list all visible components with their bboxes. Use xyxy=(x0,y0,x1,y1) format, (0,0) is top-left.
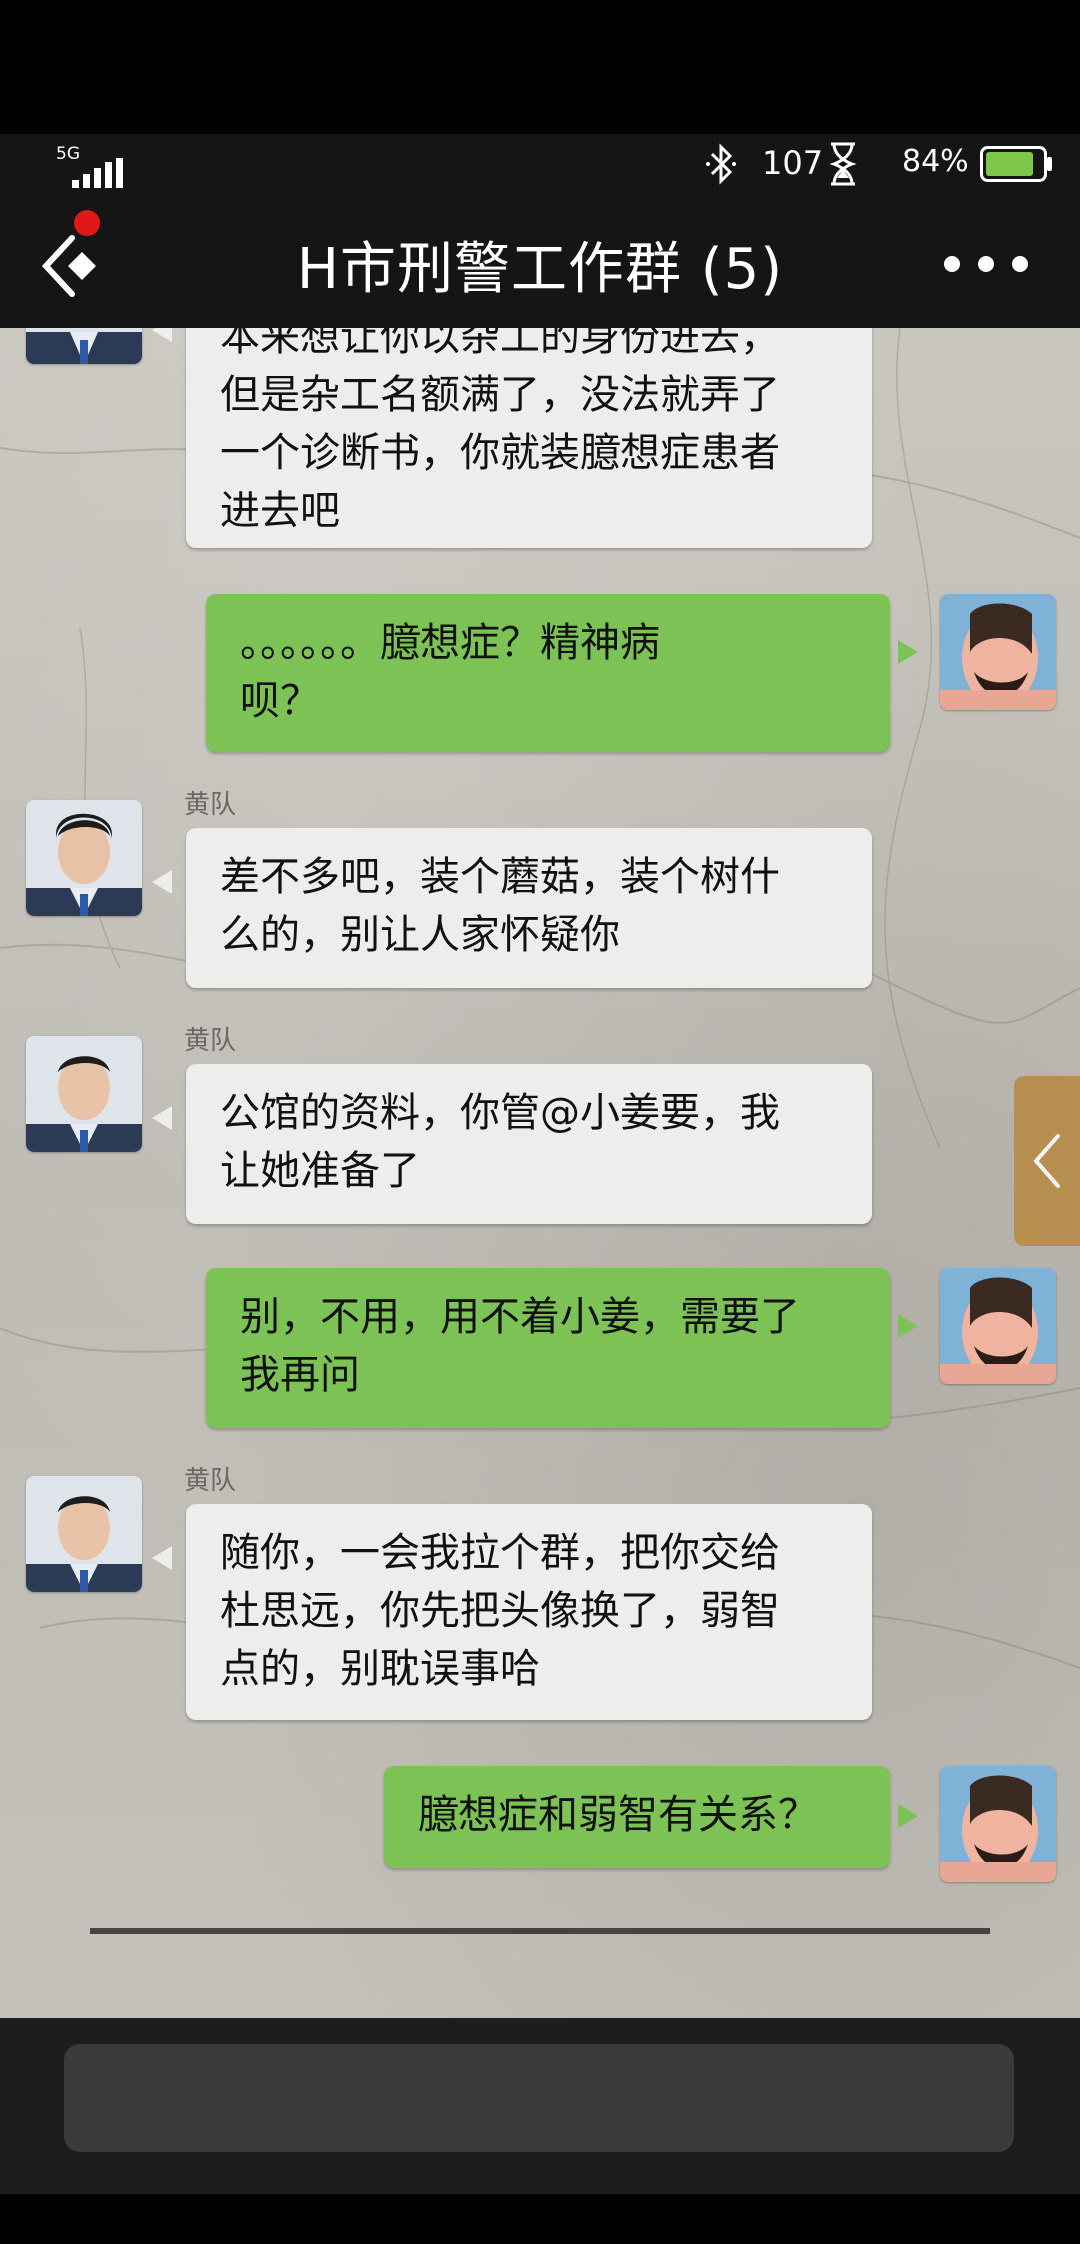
message-line: 公馆的资料，你管@小姜要，我 xyxy=(220,1090,780,1136)
rate-value: 107 xyxy=(762,144,824,182)
message-line: 让她准备了 xyxy=(220,1148,420,1194)
title-bar: H市刑警工作群 (5) xyxy=(0,194,1080,330)
avatar-huangdui[interactable] xyxy=(26,1036,142,1152)
bubble-tail xyxy=(152,328,172,342)
bottom-black-strip xyxy=(0,2194,1080,2244)
bubble-tail xyxy=(898,640,918,664)
top-black-strip xyxy=(0,0,1080,134)
signal-icon xyxy=(72,158,123,188)
bottom-divider xyxy=(90,1928,990,1934)
bubble-tail xyxy=(898,1314,918,1338)
avatar-huangdui[interactable] xyxy=(26,800,142,916)
message-bubble[interactable]: 随你，一会我拉个群，把你交给 杜思远，你先把头像换了，弱智 点的，别耽误事哈 xyxy=(186,1504,872,1720)
message-line: 呗？ xyxy=(240,678,320,724)
message-bubble[interactable]: 公馆的资料，你管@小姜要，我 让她准备了 xyxy=(186,1064,872,1224)
back-arrow-icon xyxy=(41,235,96,297)
sender-name: 黄队 xyxy=(184,1026,237,1056)
chat-title: H市刑警工作群 (5) xyxy=(296,237,784,302)
bubble-tail xyxy=(152,870,172,894)
more-dots-icon xyxy=(944,256,1028,272)
sender-name: 黄队 xyxy=(184,790,237,820)
input-bar xyxy=(0,2018,1080,2194)
avatar-self[interactable] xyxy=(940,1268,1056,1384)
message-line: 臆想症和弱智有关系？ xyxy=(418,1792,818,1838)
message-line: 别，不用，用不着小姜，需要了 xyxy=(240,1294,800,1340)
police-avatar-icon xyxy=(26,328,142,364)
message-input[interactable] xyxy=(64,2044,1014,2152)
avatar-huangdui[interactable] xyxy=(26,328,142,364)
chevron-left-icon xyxy=(1033,1134,1060,1188)
message-bubble[interactable]: 臆想症和弱智有关系？ xyxy=(384,1766,890,1868)
battery-icon xyxy=(980,146,1052,182)
message-line: 么的，别让人家怀疑你 xyxy=(220,912,620,958)
police-avatar-icon xyxy=(26,1476,142,1592)
message-bubble[interactable]: 本来想让你以杂工的身份进去， 但是杂工名额满了，没法就弄了 一个诊断书，你就装臆… xyxy=(186,328,872,548)
message-bubble[interactable]: 差不多吧，装个蘑菇，装个树什 么的，别让人家怀疑你 xyxy=(186,828,872,988)
message-line: 但是杂工名额满了，没法就弄了 xyxy=(220,372,780,418)
message-line: 差不多吧，装个蘑菇，装个树什 xyxy=(220,854,780,900)
chat-area[interactable]: 本来想让你以杂工的身份进去， 但是杂工名额满了，没法就弄了 一个诊断书，你就装臆… xyxy=(0,328,1080,2018)
message-line: 本来想让你以杂工的身份进去， xyxy=(220,328,780,360)
bearded-man-avatar-icon xyxy=(940,1268,1056,1384)
message-line: 随你，一会我拉个群，把你交给 xyxy=(220,1530,780,1576)
avatar-self[interactable] xyxy=(940,594,1056,710)
message-line: 一个诊断书，你就装臆想症患者 xyxy=(220,430,780,476)
bubble-tail xyxy=(152,1546,172,1570)
message-line: 我再问 xyxy=(240,1352,360,1398)
police-avatar-icon xyxy=(26,800,142,916)
message-line: 点的，别耽误事哈 xyxy=(220,1646,540,1692)
side-pull-tab[interactable] xyxy=(1014,1076,1080,1246)
message-line: 进去吧 xyxy=(220,488,340,534)
bubble-tail xyxy=(898,1804,918,1828)
message-line: 。。。。。。臆想症？精神病 xyxy=(240,620,660,666)
hourglass-icon xyxy=(829,142,857,186)
sender-name: 黄队 xyxy=(184,1466,237,1496)
bearded-man-avatar-icon xyxy=(940,1766,1056,1882)
unread-dot xyxy=(74,210,100,236)
battery-percent: 84% xyxy=(902,144,969,179)
message-bubble[interactable]: 别，不用，用不着小姜，需要了 我再问 xyxy=(206,1268,890,1428)
bearded-man-avatar-icon xyxy=(940,594,1056,710)
message-line: 杜思远，你先把头像换了，弱智 xyxy=(220,1588,780,1634)
bluetooth-icon xyxy=(706,143,736,185)
avatar-huangdui[interactable] xyxy=(26,1476,142,1592)
police-avatar-icon xyxy=(26,1036,142,1152)
message-bubble[interactable]: 。。。。。。臆想症？精神病 呗？ xyxy=(206,594,890,752)
status-bar: 5G 107 84% xyxy=(0,134,1080,194)
bubble-tail xyxy=(152,1106,172,1130)
avatar-self[interactable] xyxy=(940,1766,1056,1882)
more-button[interactable] xyxy=(930,234,1050,294)
